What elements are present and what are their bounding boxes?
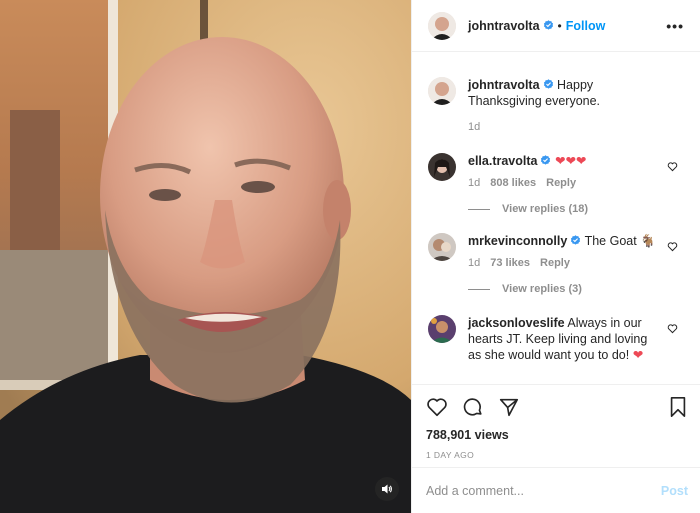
- post-timestamp[interactable]: 1 DAY AGO: [426, 450, 688, 460]
- like-comment-heart-icon[interactable]: [667, 241, 678, 255]
- post-actions: 788,901 views 1 DAY AGO: [412, 384, 700, 466]
- view-replies-button[interactable]: View replies (3): [468, 283, 684, 295]
- add-comment-bar: Post: [412, 467, 700, 513]
- caption-time[interactable]: 1d: [468, 121, 480, 133]
- verified-badge-icon: [570, 234, 581, 245]
- comment-emoji: ❤: [632, 348, 644, 362]
- comment-text: The Goat 🐐: [584, 234, 656, 248]
- replies-divider-line: [468, 288, 490, 290]
- author-username-label: johntravolta: [468, 18, 540, 33]
- comment-text: ❤❤❤: [554, 154, 587, 168]
- heart-icon[interactable]: [426, 396, 448, 418]
- view-replies-label: View replies (3): [502, 283, 582, 295]
- comment-body: jacksonloveslife Always in our hearts JT…: [468, 315, 684, 363]
- comment-time[interactable]: 1d: [468, 177, 480, 189]
- comment-body: mrkevinconnolly The Goat 🐐 1d 73 likes R…: [468, 233, 684, 269]
- comment-meta: 1d 808 likes Reply: [468, 177, 662, 189]
- caption-avatar[interactable]: [428, 77, 456, 105]
- replies-divider-line: [468, 208, 490, 210]
- caption-row: johntravolta Happy Thanksgiving everyone…: [428, 77, 684, 133]
- comment-username[interactable]: jacksonloveslife: [468, 316, 565, 330]
- mute-toggle-button[interactable]: [375, 477, 399, 501]
- reply-button[interactable]: Reply: [546, 177, 576, 189]
- speaker-icon: [381, 483, 393, 495]
- share-icon[interactable]: [498, 396, 520, 418]
- reply-button[interactable]: Reply: [540, 257, 570, 269]
- comment-text-block: ella.travolta ❤❤❤: [468, 153, 662, 169]
- caption-body: johntravolta Happy Thanksgiving everyone…: [468, 77, 684, 133]
- comments-list[interactable]: johntravolta Happy Thanksgiving everyone…: [412, 53, 700, 383]
- comment-meta: 1d 73 likes Reply: [468, 257, 662, 269]
- caption-username[interactable]: johntravolta: [468, 78, 540, 92]
- comment-body: ella.travolta ❤❤❤ 1d 808 likes Reply: [468, 153, 684, 189]
- post-video[interactable]: [0, 0, 411, 513]
- header-separator: •: [557, 18, 562, 33]
- video-frame-image: [0, 0, 411, 513]
- post-panel: johntravolta • Follow ••• johntravolta H…: [411, 0, 700, 513]
- action-icon-row: [426, 395, 688, 419]
- views-count[interactable]: 788,901 views: [426, 428, 688, 442]
- author-avatar[interactable]: [428, 11, 456, 40]
- comment-text-block: mrkevinconnolly The Goat 🐐: [468, 233, 662, 249]
- view-replies-button[interactable]: View replies (18): [468, 203, 684, 215]
- comment-time[interactable]: 1d: [468, 257, 480, 269]
- author-username[interactable]: johntravolta: [468, 19, 554, 33]
- commenter-avatar[interactable]: [428, 315, 456, 343]
- post-header: johntravolta • Follow •••: [412, 0, 700, 52]
- comment-item: jacksonloveslife Always in our hearts JT…: [428, 315, 684, 363]
- caption-text-block: johntravolta Happy Thanksgiving everyone…: [468, 77, 662, 109]
- verified-badge-icon: [540, 154, 551, 165]
- like-comment-heart-icon[interactable]: [667, 161, 678, 175]
- like-comment-heart-icon[interactable]: [667, 323, 678, 337]
- view-replies-label: View replies (18): [502, 203, 589, 215]
- comment-item: ella.travolta ❤❤❤ 1d 808 likes Reply: [428, 153, 684, 189]
- follow-button[interactable]: Follow: [566, 19, 606, 33]
- more-options-button[interactable]: •••: [662, 18, 688, 34]
- post-comment-button[interactable]: Post: [661, 484, 688, 498]
- commenter-avatar[interactable]: [428, 233, 456, 261]
- verified-badge-icon: [543, 19, 554, 31]
- comment-text-block: jacksonloveslife Always in our hearts JT…: [468, 315, 662, 363]
- comment-input[interactable]: [426, 483, 661, 498]
- caption-meta: 1d: [468, 121, 662, 133]
- comment-likes[interactable]: 73 likes: [490, 257, 530, 269]
- verified-badge-icon: [543, 78, 554, 89]
- bookmark-icon[interactable]: [668, 396, 688, 418]
- comment-icon[interactable]: [462, 396, 484, 418]
- comment-item: mrkevinconnolly The Goat 🐐 1d 73 likes R…: [428, 233, 684, 269]
- commenter-avatar[interactable]: [428, 153, 456, 181]
- comment-username[interactable]: ella.travolta: [468, 154, 537, 168]
- comment-likes[interactable]: 808 likes: [490, 177, 536, 189]
- comment-username[interactable]: mrkevinconnolly: [468, 234, 567, 248]
